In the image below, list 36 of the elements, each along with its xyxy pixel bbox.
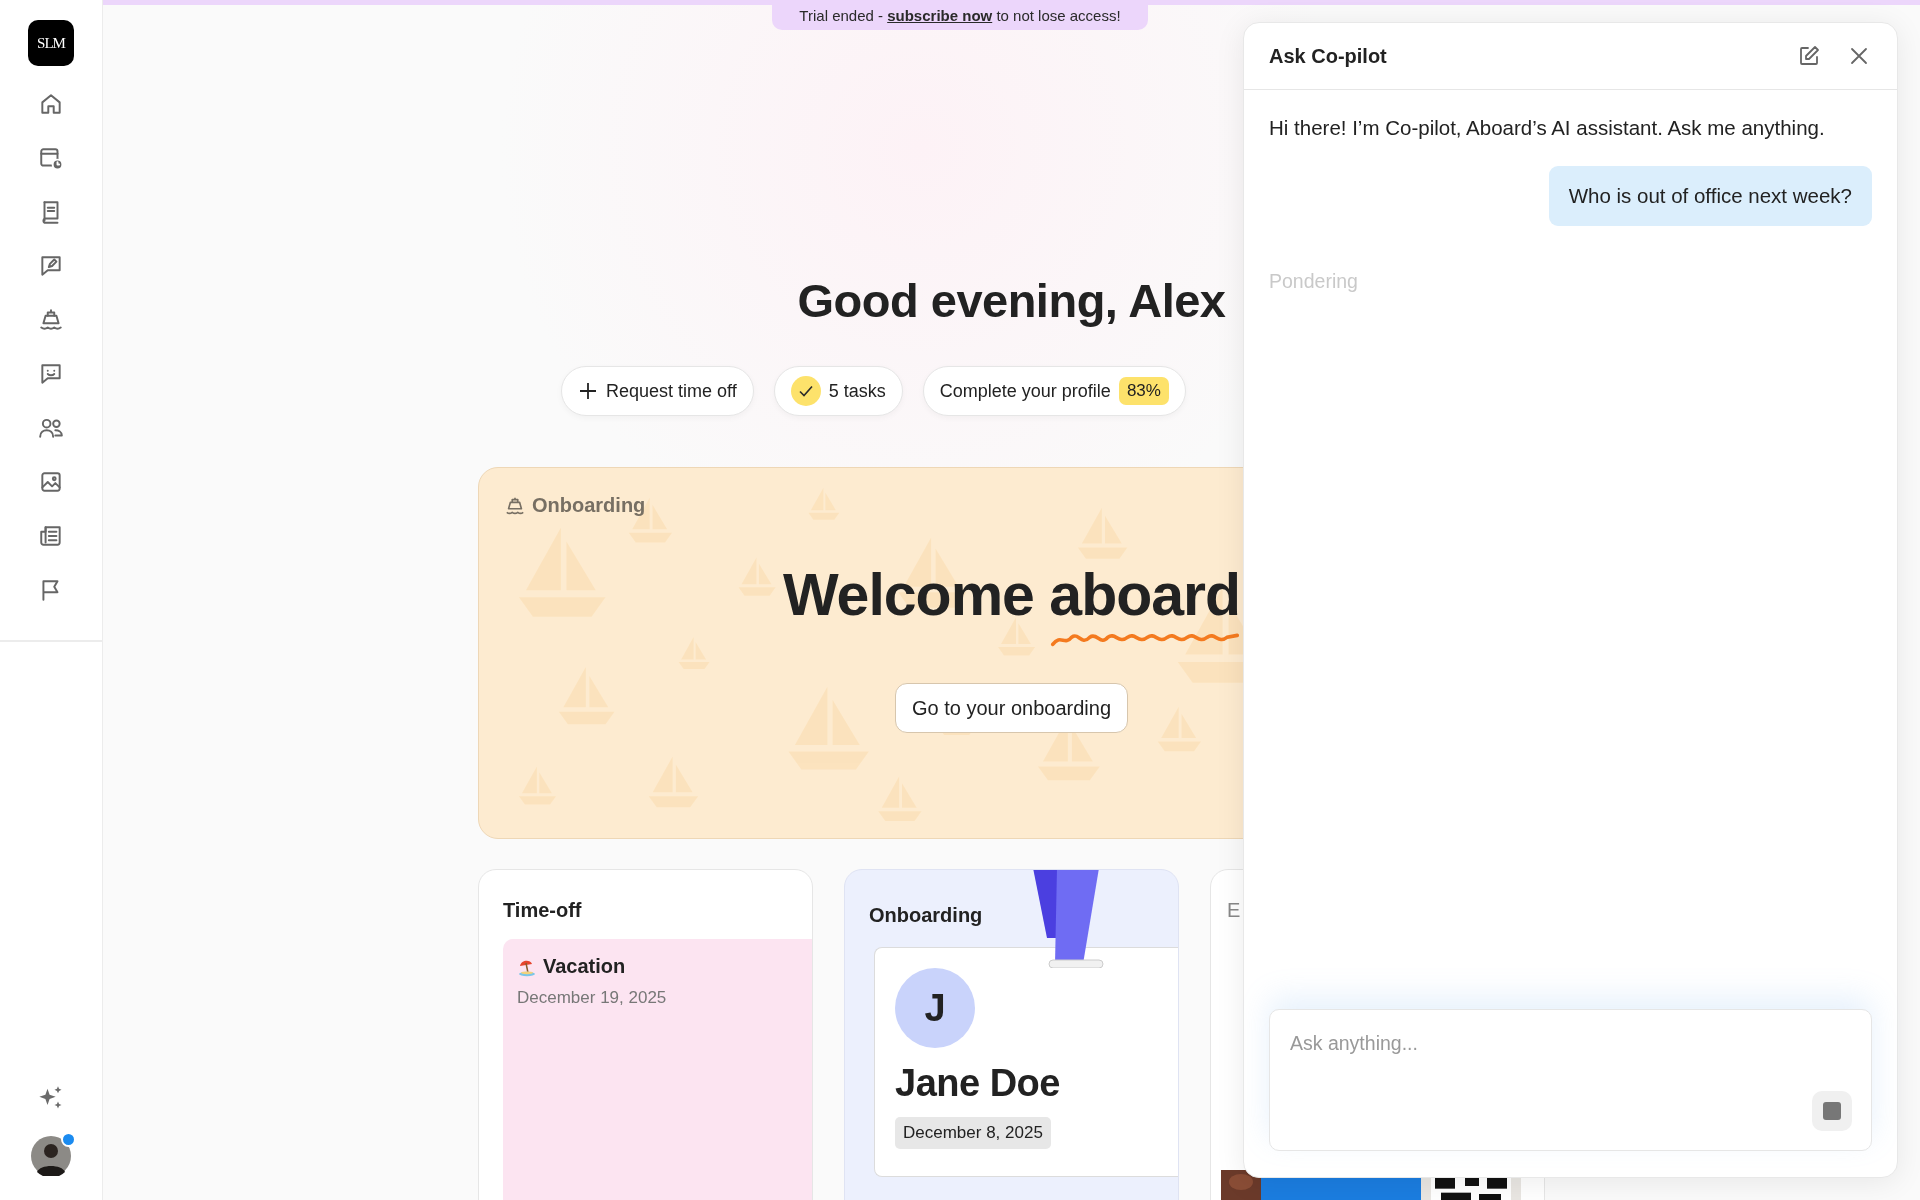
user-avatar[interactable] bbox=[31, 1136, 71, 1176]
trial-message: Trial ended - subscribe now to not lose access! bbox=[799, 6, 1121, 24]
plus-icon bbox=[578, 381, 598, 401]
calendar-icon[interactable] bbox=[38, 145, 64, 171]
assistant-message: Hi there! I’m Co-pilot, Aboard’s AI assistant. Ask me anything. bbox=[1269, 116, 1826, 140]
feedback-icon[interactable] bbox=[38, 253, 64, 279]
profile-chip[interactable]: Complete your profile 83% bbox=[922, 366, 1186, 416]
card-title: Onboarding bbox=[869, 904, 984, 927]
stop-button[interactable] bbox=[1812, 1091, 1852, 1131]
go-to-onboarding-button[interactable]: Go to your onboarding bbox=[895, 683, 1128, 733]
app-logo[interactable]: SLM bbox=[28, 20, 74, 66]
news-icon[interactable] bbox=[38, 523, 64, 549]
panel-title: Ask Co-pilot bbox=[1269, 44, 1387, 68]
welcome-title: Welcome aboard bbox=[782, 561, 1241, 629]
progress-badge: 83% bbox=[1118, 377, 1169, 405]
subscribe-link[interactable]: subscribe now bbox=[887, 6, 993, 24]
new-chat-icon[interactable] bbox=[1797, 44, 1821, 68]
request-chip[interactable]: Request time off bbox=[561, 366, 754, 416]
start-date: December 8, 2025 bbox=[895, 1117, 1051, 1149]
card-title: E bbox=[1227, 899, 1242, 922]
entry-date: December 19, 2025 bbox=[517, 988, 668, 1008]
entry-label: Vacation bbox=[543, 955, 626, 978]
ship-icon[interactable] bbox=[38, 307, 64, 333]
card-title: Time-off bbox=[503, 899, 583, 922]
time-off-entry[interactable]: Vacation December 19, 2025 bbox=[503, 939, 812, 1200]
chat-input[interactable]: Ask anything... bbox=[1269, 1009, 1872, 1151]
section-title: Onboarding bbox=[532, 494, 646, 517]
tasks-chip[interactable]: 5 tasks bbox=[773, 366, 903, 416]
initial-avatar: J bbox=[895, 968, 975, 1048]
chat-icon[interactable] bbox=[38, 361, 64, 387]
greeting: Good evening, Alex bbox=[797, 273, 1226, 328]
home-icon[interactable] bbox=[38, 91, 64, 117]
user-message: Who is out of office next week? bbox=[1548, 166, 1872, 226]
check-icon bbox=[790, 376, 821, 406]
person-name: Jane Doe bbox=[895, 1062, 1061, 1105]
image-icon[interactable] bbox=[38, 469, 64, 495]
